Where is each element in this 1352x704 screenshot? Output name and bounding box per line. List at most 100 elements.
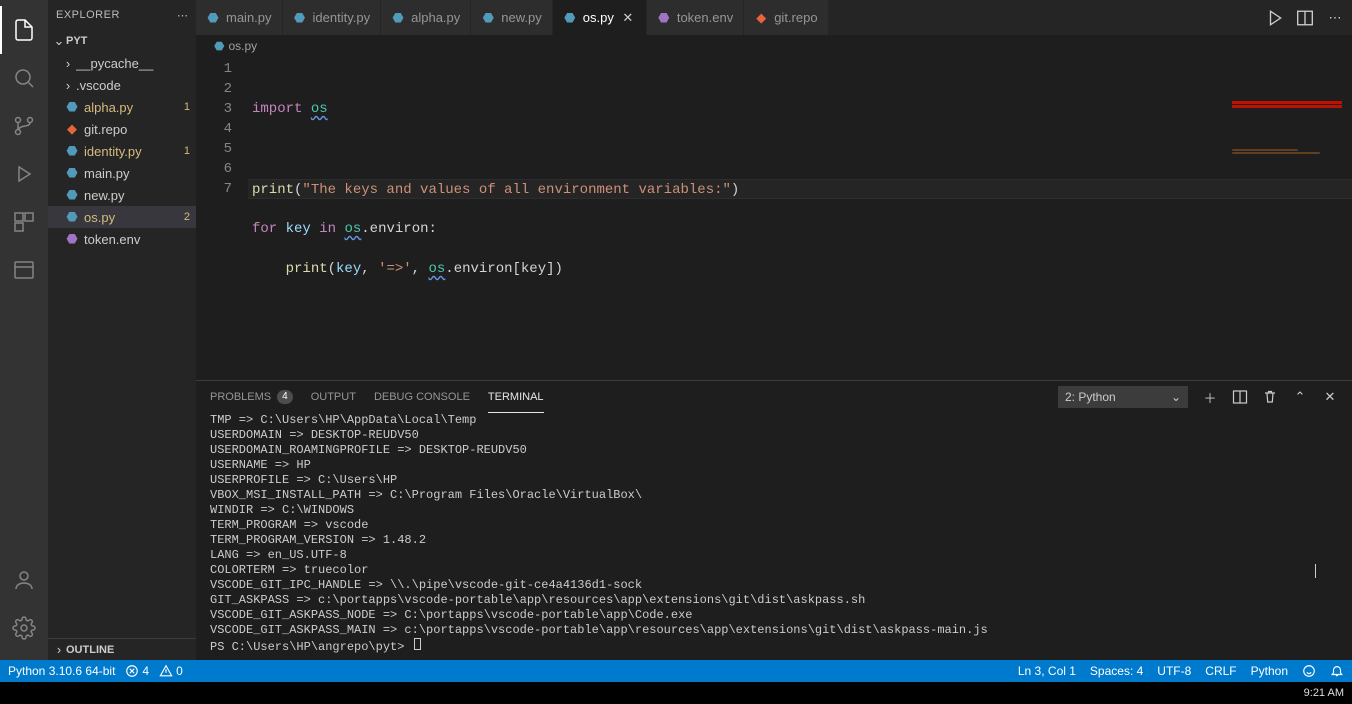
file-icon: ⬣: [563, 11, 577, 25]
explorer-title: EXPLORER: [56, 9, 120, 21]
code-editor[interactable]: 1234567 import os print("The keys and va…: [196, 57, 1352, 380]
tree-file[interactable]: ⬣token.env: [48, 228, 196, 250]
tree-label: .vscode: [76, 78, 190, 93]
activity-account[interactable]: [0, 556, 48, 604]
tab-label: git.repo: [774, 10, 817, 25]
minimap[interactable]: [1232, 61, 1342, 73]
bottom-panel: PROBLEMS 4 OUTPUT DEBUG CONSOLE TERMINAL…: [196, 380, 1352, 660]
play-bug-icon: [12, 162, 36, 186]
modified-badge: 1: [184, 101, 190, 113]
modified-badge: 1: [184, 145, 190, 157]
file-icon: ◆: [64, 121, 80, 137]
tree-label: token.env: [84, 232, 190, 247]
terminal-line: USERDOMAIN => DESKTOP-REUDV50: [210, 428, 1338, 443]
chevron-right-icon: ›: [52, 643, 66, 657]
status-spaces[interactable]: Spaces: 4: [1090, 664, 1143, 678]
activity-scm[interactable]: [0, 102, 48, 150]
activity-extra[interactable]: [0, 246, 48, 294]
terminal-line: TMP => C:\Users\HP\AppData\Local\Temp: [210, 413, 1338, 428]
terminal-cursor: [414, 638, 421, 650]
activity-search[interactable]: [0, 54, 48, 102]
status-warnings[interactable]: 0: [159, 664, 183, 678]
status-encoding[interactable]: UTF-8: [1157, 664, 1191, 678]
tab-label: token.env: [677, 10, 733, 25]
status-errors[interactable]: 4: [125, 664, 149, 678]
outline-label: OUTLINE: [66, 644, 114, 656]
breadcrumb-label: os.py: [228, 39, 257, 53]
editor-tab[interactable]: ⬣token.env: [647, 0, 744, 35]
modified-badge: 2: [184, 211, 190, 223]
tree-folder[interactable]: ›__pycache__: [48, 52, 196, 74]
file-icon: ⬣: [64, 99, 80, 115]
breadcrumb[interactable]: ⬣ os.py: [196, 35, 1352, 57]
file-icon: ⬣: [481, 11, 495, 25]
more-actions-icon[interactable]: ⋯: [1326, 9, 1344, 27]
file-icon: ⬣: [64, 209, 80, 225]
activity-debug[interactable]: [0, 150, 48, 198]
editor-tab[interactable]: ⬣os.py✕: [553, 0, 647, 35]
status-python[interactable]: Python 3.10.6 64-bit: [8, 664, 115, 678]
editor-tab[interactable]: ⬣identity.py: [283, 0, 382, 35]
activity-explorer[interactable]: [0, 6, 48, 54]
tree-folder[interactable]: ›.vscode: [48, 74, 196, 96]
file-icon: ⬣: [64, 187, 80, 203]
status-feedback-icon[interactable]: [1302, 664, 1316, 678]
editor-tab[interactable]: ⬣new.py: [471, 0, 552, 35]
tree-label: new.py: [84, 188, 190, 203]
status-eol[interactable]: CRLF: [1205, 664, 1236, 678]
tabs-bar: ⬣main.py⬣identity.py⬣alpha.py⬣new.py⬣os.…: [196, 0, 1352, 35]
chevron-down-icon: ⌄: [52, 34, 66, 48]
file-icon: ◆: [754, 11, 768, 25]
activity-extensions[interactable]: [0, 198, 48, 246]
outline-section[interactable]: › OUTLINE: [48, 638, 196, 660]
project-section[interactable]: ⌄ PYT: [48, 30, 196, 52]
terminal-line: VSCODE_GIT_ASKPASS_MAIN => c:\portapps\v…: [210, 623, 1338, 638]
editor-tab[interactable]: ⬣main.py: [196, 0, 283, 35]
tabs-actions: ⋯: [1258, 9, 1352, 27]
run-icon[interactable]: [1266, 9, 1284, 27]
file-tree: ›__pycache__›.vscode⬣alpha.py1◆git.repo⬣…: [48, 52, 196, 638]
text-cursor: [1315, 564, 1316, 578]
tree-file[interactable]: ⬣ alpha.py 1: [48, 96, 196, 118]
tree-label: main.py: [84, 166, 190, 181]
split-editor-icon[interactable]: [1296, 9, 1314, 27]
code-content[interactable]: import os print("The keys and values of …: [248, 57, 1352, 380]
os-taskbar: 9:21 AM: [0, 682, 1352, 704]
file-icon: ⬣: [64, 143, 80, 159]
terminal-line: TERM_PROGRAM_VERSION => 1.48.2: [210, 533, 1338, 548]
status-bar: Python 3.10.6 64-bit 4 0 Ln 3, Col 1 Spa…: [0, 660, 1352, 682]
line-gutter: 1234567: [196, 57, 248, 380]
tree-file[interactable]: ⬣os.py2: [48, 206, 196, 228]
tree-file[interactable]: ⬣ new.py: [48, 184, 196, 206]
terminal-line: USERPROFILE => C:\Users\HP: [210, 473, 1338, 488]
file-icon: ⬣: [64, 165, 80, 181]
activity-settings[interactable]: [0, 604, 48, 652]
status-bell-icon[interactable]: [1330, 664, 1344, 678]
close-icon[interactable]: ✕: [620, 10, 636, 26]
tree-file[interactable]: ◆git.repo: [48, 118, 196, 140]
file-icon: ⬣: [391, 11, 405, 25]
status-ln-col[interactable]: Ln 3, Col 1: [1018, 664, 1076, 678]
layout-icon: [12, 258, 36, 282]
tabs: ⬣main.py⬣identity.py⬣alpha.py⬣new.py⬣os.…: [196, 0, 1258, 35]
tree-label: alpha.py: [84, 100, 180, 115]
explorer-sidebar: EXPLORER ⋯ ⌄ PYT ›__pycache__›.vscode⬣al…: [48, 0, 196, 660]
python-icon: ⬣: [214, 39, 224, 53]
terminal-prompt[interactable]: PS C:\Users\HP\angrepo\pyt>: [210, 638, 1338, 655]
tree-file[interactable]: ⬣ main.py: [48, 162, 196, 184]
editor-tab[interactable]: ⬣ alpha.py: [381, 0, 471, 35]
gear-icon: [12, 616, 36, 640]
extensions-icon: [12, 210, 36, 234]
status-lang[interactable]: Python: [1251, 664, 1288, 678]
editor-tab[interactable]: ◆ git.repo: [744, 0, 828, 35]
terminal-line: VSCODE_GIT_ASKPASS_NODE => C:\portapps\v…: [210, 608, 1338, 623]
terminal-output[interactable]: TMP => C:\Users\HP\AppData\Local\TempUSE…: [196, 413, 1352, 660]
editor-area: ⬣main.py⬣identity.py⬣alpha.py⬣new.py⬣os.…: [196, 0, 1352, 660]
more-icon[interactable]: ⋯: [177, 9, 188, 22]
search-icon: [12, 66, 36, 90]
file-icon: ⬣: [293, 11, 307, 25]
tree-file[interactable]: ⬣identity.py1: [48, 140, 196, 162]
files-icon: [12, 18, 36, 42]
project-name: PYT: [66, 35, 87, 47]
tab-label: alpha.py: [411, 10, 460, 25]
